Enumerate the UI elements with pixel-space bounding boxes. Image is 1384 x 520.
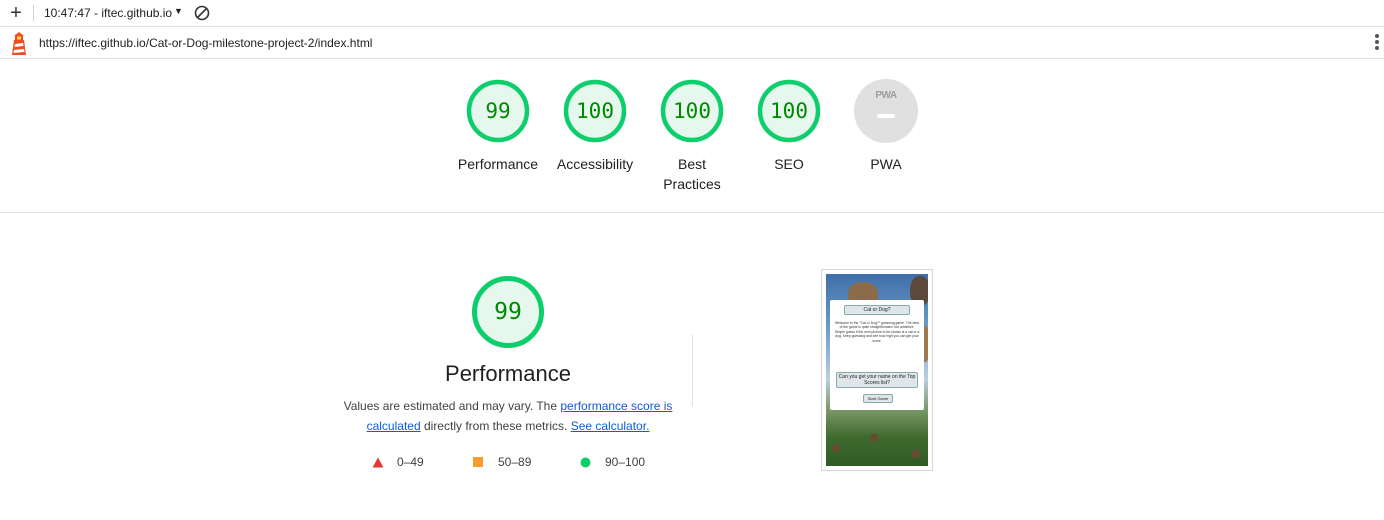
performance-description: Values are estimated and may vary. The p…: [343, 397, 673, 436]
gauge-accessibility[interactable]: 100 Accessibility: [550, 79, 640, 174]
average-square-icon: [473, 457, 483, 467]
gauge-score: 100: [576, 99, 614, 123]
vertical-divider: [692, 334, 693, 406]
final-screenshot[interactable]: Cat or Dog? Welcome to the "Cat or Dog?"…: [821, 269, 933, 471]
report-title-dropdown[interactable]: 10:47:47 - iftec.github.io: [44, 6, 172, 20]
gauge-label: Best Practices: [663, 156, 721, 192]
pass-circle-icon: [580, 457, 591, 468]
gauge-score: 100: [673, 99, 711, 123]
gauge-score: 99: [485, 99, 511, 123]
toolbar-separator: [33, 5, 34, 21]
legend-label: 50–89: [498, 455, 532, 469]
lighthouse-logo-icon: [12, 32, 26, 55]
caret-down-icon[interactable]: ▼: [174, 6, 183, 16]
desc-text: directly from these metrics.: [420, 418, 571, 433]
new-tab-plus-icon[interactable]: +: [7, 3, 25, 23]
fail-triangle-icon: [372, 457, 384, 468]
gauge-performance[interactable]: 99 Performance: [453, 79, 543, 174]
gauge-label: SEO: [774, 156, 804, 172]
thumb-intro-text: Welcome to the "Cat or Dog?" guessing ga…: [834, 321, 920, 343]
animal-image: [912, 450, 920, 458]
pwa-badge-icon: PWA: [854, 79, 918, 143]
section-divider: [0, 212, 1384, 213]
performance-score: 99: [494, 299, 522, 325]
performance-heading: Performance: [445, 361, 571, 386]
legend-label: 90–100: [605, 455, 646, 469]
gauge-best-practices[interactable]: 100 Best Practices: [647, 79, 737, 194]
legend-label: 0–49: [397, 455, 424, 469]
thumb-question-button: Can you get your name on the Top Scores …: [836, 372, 918, 388]
top-toolbar: + 10:47:47 - iftec.github.io ▼: [0, 0, 1384, 27]
gauge-seo[interactable]: 100 SEO: [744, 79, 834, 174]
pwa-dash: [877, 114, 895, 118]
gauge-label: Accessibility: [556, 156, 634, 172]
gauge-score: 100: [770, 99, 808, 123]
gauge-pwa[interactable]: PWA PWA: [841, 79, 931, 174]
animal-image: [870, 434, 878, 442]
clear-block-icon[interactable]: [194, 5, 210, 21]
url-bar: https://iftec.github.io/Cat-or-Dog-miles…: [0, 27, 1384, 59]
more-options-icon[interactable]: [1374, 34, 1380, 52]
gauge-label: Performance: [457, 156, 539, 172]
pwa-badge-text: PWA: [875, 90, 897, 101]
animal-image: [832, 444, 840, 452]
gauge-label: PWA: [870, 156, 902, 172]
see-calculator-link[interactable]: See calculator.: [571, 419, 650, 433]
game-intro-card: Cat or Dog? Welcome to the "Cat or Dog?"…: [830, 300, 924, 410]
screenshot-image: Cat or Dog? Welcome to the "Cat or Dog?"…: [826, 274, 928, 466]
thumb-start-button: Start Game: [863, 394, 893, 403]
thumb-title-button: Cat or Dog?: [844, 305, 910, 315]
performance-gauge-large: 99: [471, 275, 545, 349]
page-url[interactable]: https://iftec.github.io/Cat-or-Dog-miles…: [39, 36, 372, 50]
desc-text: Values are estimated and may vary. The: [343, 399, 561, 413]
